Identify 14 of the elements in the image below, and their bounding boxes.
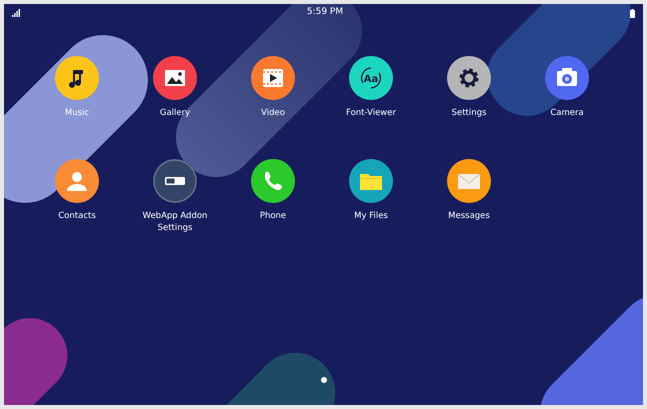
app-icon-button[interactable]: Video — [224, 56, 322, 119]
app-icon-button[interactable]: WebApp Addon Settings — [126, 159, 224, 234]
app-icon-button[interactable]: Aa Font-Viewer — [322, 56, 420, 119]
icon-letters: Aa — [364, 74, 378, 85]
battery-icon — [630, 8, 635, 18]
signal-icon — [12, 9, 20, 17]
app-icon-button[interactable]: Gallery — [126, 56, 224, 119]
app-icon-button[interactable]: Messages — [420, 159, 518, 234]
app-icon-button[interactable]: Settings — [420, 56, 518, 119]
app-icon-button[interactable]: Contacts — [28, 159, 126, 234]
app-icon-button[interactable]: Camera — [518, 56, 616, 119]
app-icon-button[interactable]: Phone — [224, 159, 322, 234]
status-time: 5:59 PM — [306, 6, 344, 20]
app-icon-button[interactable]: My Files — [322, 159, 420, 234]
